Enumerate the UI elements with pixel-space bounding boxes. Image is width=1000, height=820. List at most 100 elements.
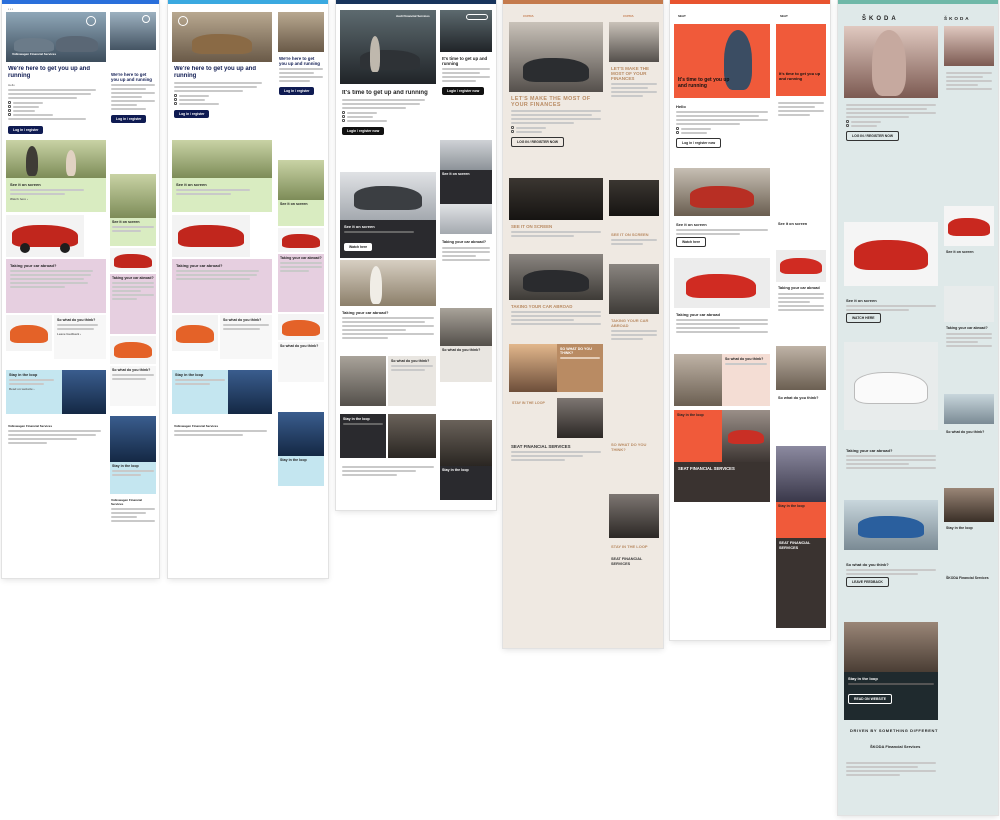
- mobile-footer-brand: SEAT FINANCIAL SERVICES: [611, 557, 643, 566]
- top-accent-strip: [838, 0, 998, 4]
- mobile-abroad-heading: TAKING YOUR CAR ABROAD: [611, 318, 649, 328]
- person-photo: [6, 140, 106, 178]
- read-link[interactable]: Read on website ›: [9, 387, 59, 391]
- mobile-abroad-heading: Taking your car abroad?: [280, 256, 322, 260]
- mobile-van-photo: [110, 336, 156, 364]
- login-button[interactable]: Login / register now: [342, 127, 385, 135]
- mobile-see-it-block: See it on screen: [440, 170, 492, 204]
- mobile-interior-photo: [609, 180, 659, 216]
- top-accent-strip: [670, 0, 830, 4]
- checkbox-icon: [846, 124, 849, 127]
- stay-block: Stay in the loop: [340, 414, 386, 458]
- login-button[interactable]: Log in / register: [8, 126, 44, 134]
- mobile-stay-heading: Stay in the loop: [280, 458, 307, 462]
- see-it-block: See it on screen Watch here: [340, 220, 436, 258]
- van-photo: [6, 315, 52, 351]
- checkbox-icon: [846, 120, 849, 123]
- mobile-road-photo: [440, 308, 492, 346]
- abroad-heading: Taking your car abroad?: [342, 310, 389, 315]
- mobile-stay-heading: Stay in the loop: [112, 464, 139, 468]
- stay-block: STAY IN THE LOOP: [509, 398, 557, 438]
- mobile-phone-photo: [944, 488, 994, 522]
- headline: We're here to get you up and running: [174, 66, 256, 79]
- feedback-button[interactable]: LEAVE FEEDBACK: [846, 577, 889, 587]
- checkbox-icon: [676, 127, 679, 130]
- headline: It's time to get you up and running: [678, 77, 730, 89]
- mobile-person-photo: [278, 160, 324, 200]
- mobile-blue-car-photo: [944, 394, 994, 424]
- think-heading: SO WHAT DO YOU THINK?: [560, 347, 592, 355]
- mobile-see-it-heading: See it on screen: [778, 222, 808, 226]
- hero-image: [509, 22, 603, 92]
- phone-photo: [722, 410, 770, 462]
- headline: We're here to get you up and running: [8, 66, 90, 79]
- mobile-login-button[interactable]: Log in / register: [111, 115, 147, 123]
- login-button[interactable]: LOG IN / REGISTER NOW: [846, 131, 900, 141]
- read-button[interactable]: READ ON WEBSITE: [848, 694, 893, 704]
- mobile-car-photo: [110, 248, 156, 272]
- mobile-headline: We're here to get you up and running: [111, 72, 152, 82]
- mobile-hero-image: [440, 10, 492, 52]
- stay-block: Stay in the loop: [172, 370, 228, 414]
- footer-brand: Volkswagen Financial Services: [174, 424, 219, 428]
- sunset-photo: [509, 344, 557, 392]
- think-heading: So what do you think?: [846, 562, 889, 567]
- mobile-car-photo: [440, 140, 492, 170]
- mobile-hero-image: [278, 12, 324, 52]
- checkbox-icon: [342, 111, 345, 114]
- mobile-think-heading: So what do you think?: [946, 430, 985, 434]
- top-accent-strip: [2, 0, 159, 4]
- mobile-car-photo: [278, 228, 324, 252]
- mobile-footer-brand: ŠKODA Financial Services: [946, 576, 989, 580]
- brand-logo: CUPRA: [523, 14, 534, 18]
- vw-logo-icon: [86, 16, 96, 26]
- mobile-hero-image: It's time to get you up and running: [776, 24, 826, 96]
- think-block: So what do you think? Leave feedback ›: [54, 315, 106, 359]
- red-suv-photo: [844, 222, 938, 286]
- mobile-stay-block: Stay in the loop: [776, 502, 826, 538]
- feedback-link[interactable]: Leave feedback ›: [57, 332, 103, 336]
- mobile-headline: It's time to get you up and running: [779, 71, 821, 81]
- footer-brand: SEAT FINANCIAL SERVICES: [511, 444, 571, 449]
- mobile-brand-logo: SEAT: [780, 14, 788, 18]
- login-button[interactable]: LOG IN / REGISTER NOW: [511, 137, 565, 147]
- login-button[interactable]: Log in / register now: [676, 138, 722, 148]
- greeting: Hello: [8, 83, 15, 87]
- login-button[interactable]: Log in / register: [174, 110, 210, 118]
- car-photo: [172, 215, 250, 257]
- phone-photo: [557, 398, 603, 438]
- watch-button[interactable]: Watch here: [676, 237, 707, 247]
- van-photo: [172, 315, 218, 351]
- mobile-see-it-heading: See it on screen: [112, 220, 140, 224]
- checkbox-icon: [8, 113, 11, 116]
- mobile-think-heading: So what do you think?: [112, 368, 151, 372]
- mobile-hero-image: [110, 12, 156, 50]
- mobile-think-heading: So what do you think?: [778, 396, 819, 400]
- watch-button[interactable]: Watch here: [344, 243, 373, 251]
- headline: It's time to get up and running: [342, 90, 428, 96]
- see-it-heading: See it on screen: [676, 222, 707, 227]
- mobile-stay-block: Stay in the loop: [440, 466, 492, 500]
- car-photo: [6, 215, 84, 257]
- think-heading: So what do you think?: [725, 357, 764, 361]
- mobile-think-heading: So what do you think?: [280, 344, 319, 348]
- watch-button[interactable]: WATCH HERE: [846, 313, 881, 323]
- mobile-login-button[interactable]: Log in / register: [279, 87, 315, 95]
- checkbox-icon: [342, 115, 345, 118]
- white-suv-photo: [844, 342, 938, 430]
- mobile-think-heading: So what do you think?: [442, 348, 481, 352]
- checkbox-icon: [8, 101, 11, 104]
- think-block: SO WHAT DO YOU THINK?: [557, 344, 603, 392]
- mobile-stay-block: Stay in the loop: [278, 456, 324, 486]
- stay-heading: Stay in the loop: [677, 413, 704, 417]
- mobile-hero-image: [609, 22, 659, 62]
- mobile-login-button[interactable]: Login / register now: [442, 87, 485, 95]
- watch-link[interactable]: Watch here ›: [10, 197, 102, 201]
- see-it-heading: See it on screen: [846, 298, 877, 303]
- seat-email-column: SEAT It's time to get you up and running…: [670, 0, 830, 640]
- checkbox-icon: [342, 119, 345, 122]
- blue-car-photo: [844, 500, 938, 550]
- person-photo: [172, 140, 272, 178]
- car-photo: [674, 168, 770, 216]
- stay-heading: Stay in the loop: [848, 676, 878, 681]
